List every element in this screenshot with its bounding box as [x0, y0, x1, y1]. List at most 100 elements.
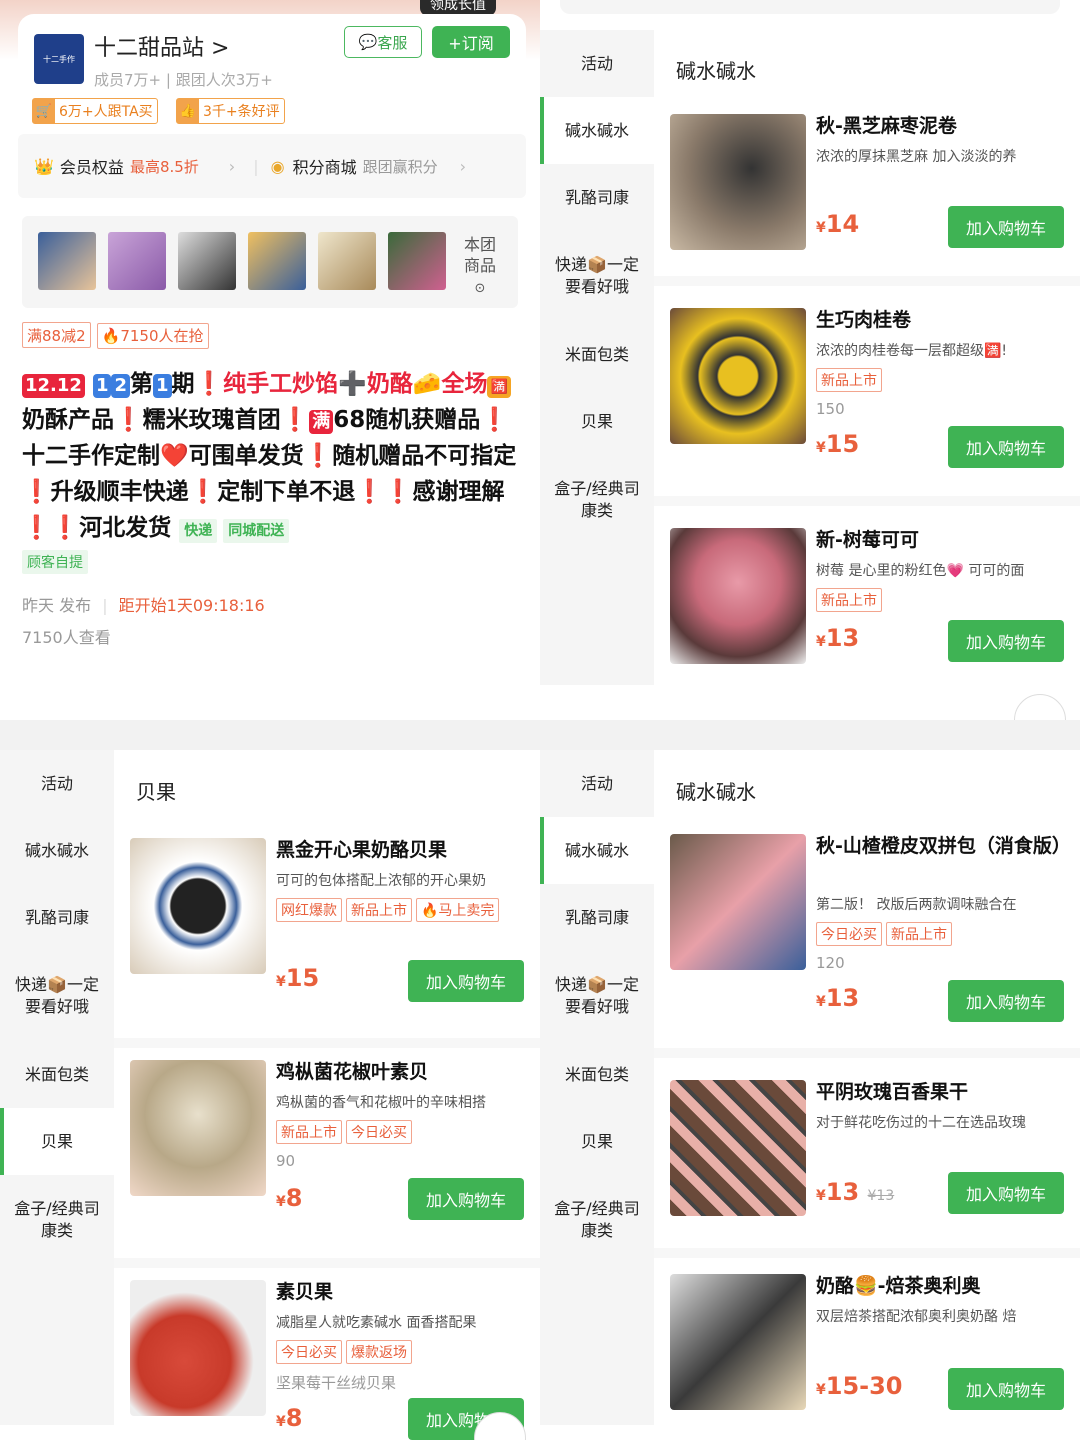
product-card[interactable]: 黑金开心果奶酪贝果 可可的包体搭配上浓郁的开心果奶 网红爆款 新品上市 🔥马上卖完 … — [114, 826, 540, 1036]
currency-symbol: ¥ — [276, 974, 286, 990]
product-name[interactable]: 奶酪🍔-焙茶奥利奥 — [816, 1272, 1068, 1300]
original-price: ¥13 — [867, 1188, 895, 1204]
goods-thumbnail[interactable] — [248, 232, 306, 290]
price-value: 13 — [825, 984, 860, 1012]
category-item[interactable]: 活动 — [540, 30, 654, 97]
product-tag: 新品上市 — [346, 898, 412, 922]
product-name[interactable]: 新-树莓可可 — [816, 526, 1068, 554]
countdown: 距开始1天09:18:16 — [118, 596, 265, 615]
category-heading: 碱水碱水 — [676, 59, 756, 83]
add-to-cart-button[interactable]: 加入购物车 — [948, 1368, 1064, 1410]
product-image[interactable] — [670, 834, 806, 970]
product-name[interactable]: 秋-黑芝麻枣泥卷 — [816, 112, 1068, 140]
group-goods-strip[interactable]: 本团商品 ⊙ — [22, 216, 518, 308]
customer-service-label: 客服 — [377, 33, 408, 52]
goods-thumbnail[interactable] — [108, 232, 166, 290]
goods-thumbnail[interactable] — [178, 232, 236, 290]
product-name[interactable]: 黑金开心果奶酪贝果 — [276, 836, 528, 864]
shop-logo: 十二手作 — [34, 34, 84, 84]
category-item[interactable]: 快递📦一定要看好哦 — [0, 951, 114, 1041]
product-card[interactable]: 平阴玫瑰百香果干 对于鲜花吃伤过的十二在选品玫瑰 ¥13 ¥13 加入购物车 — [654, 1068, 1080, 1248]
goods-thumbnail[interactable] — [318, 232, 376, 290]
category-item[interactable]: 快递📦一定要看好哦 — [540, 231, 654, 321]
product-tag: 爆款返场 — [346, 1340, 412, 1364]
product-name[interactable]: 素贝果 — [276, 1278, 528, 1306]
category-item[interactable]: 活动 — [0, 750, 114, 817]
reviews-badge-label: 3千+条好评 — [203, 104, 280, 120]
goods-thumbnail[interactable] — [38, 232, 96, 290]
subscribe-button[interactable]: +订阅 — [432, 26, 510, 58]
category-item[interactable]: 贝果 — [540, 1108, 654, 1175]
product-name[interactable]: 秋-山楂橙皮双拼包（消食版） — [816, 832, 1071, 860]
currency-symbol: ¥ — [816, 634, 826, 650]
product-price: ¥8 — [276, 1184, 302, 1212]
shop-name[interactable]: 十二甜品站 > — [94, 30, 229, 62]
currency-symbol: ¥ — [816, 220, 826, 236]
product-name[interactable]: 生巧肉桂卷 — [816, 306, 1068, 334]
post-description: 12.12 1 2 第 1 期❗纯手工炒馅➕奶酪🧀全场 🈵奶酥产品❗糯米玫瑰首团❗ 满 68随… — [22, 366, 522, 546]
category-item[interactable]: 米面包类 — [0, 1041, 114, 1108]
category-item[interactable]: 米面包类 — [540, 321, 654, 388]
category-item[interactable]: 乳酪司康 — [540, 164, 654, 231]
category-item-active[interactable]: 贝果 — [0, 1108, 114, 1175]
product-card[interactable]: 素贝果 减脂星人就吃素碱水 面香搭配果 今日必买 爆款返场 坚果莓干丝绒贝果 ¥8… — [114, 1268, 540, 1440]
category-item[interactable]: 活动 — [540, 750, 654, 817]
add-to-cart-button[interactable]: 加入购物车 — [948, 620, 1064, 662]
product-price: ¥15 — [816, 430, 859, 458]
add-to-cart-button[interactable]: 加入购物车 — [948, 206, 1064, 248]
product-card[interactable]: 秋-山楂橙皮双拼包（消食版） 第二版！ 改版后两款调味融合在 今日必买 新品上市 … — [654, 826, 1080, 1046]
product-card[interactable]: 生巧肉桂卷 浓浓的肉桂卷每一层都超级🈵! 新品上市 150 ¥15 加入购物车 — [654, 296, 1080, 496]
member-rights-label[interactable]: 会员权益 — [60, 154, 124, 178]
category-item[interactable]: 乳酪司康 — [0, 884, 114, 951]
product-name[interactable]: 平阴玫瑰百香果干 — [816, 1078, 1068, 1106]
customer-service-button[interactable]: 💬 客服 — [344, 26, 422, 58]
currency-symbol: ¥ — [816, 1382, 826, 1398]
product-desc: 双层焙茶搭配浓郁奥利奥奶酪 焙 — [816, 1309, 1017, 1325]
category-item[interactable]: 乳酪司康 — [540, 884, 654, 951]
add-to-cart-button[interactable]: 加入购物车 — [948, 426, 1064, 468]
product-image[interactable] — [670, 114, 806, 250]
product-image[interactable] — [670, 528, 806, 664]
product-tags: 新品上市 今日必买 — [276, 1120, 536, 1150]
add-to-cart-button[interactable]: 加入购物车 — [408, 1178, 524, 1220]
category-item[interactable]: 快递📦一定要看好哦 — [540, 951, 654, 1041]
product-tag: 今日必买 — [276, 1340, 342, 1364]
group-goods-link[interactable]: 本团商品 ⊙ — [460, 234, 500, 299]
add-to-cart-button[interactable]: 加入购物车 — [408, 960, 524, 1002]
product-image[interactable] — [130, 1280, 266, 1416]
add-to-cart-button[interactable]: 加入购物车 — [948, 1172, 1064, 1214]
product-card[interactable]: 新-树莓可可 树莓 是心里的粉红色💗 可可的面 新品上市 ¥13 加入购物车 — [654, 516, 1080, 716]
product-card[interactable]: 奶酪🍔-焙茶奥利奥 双层焙茶搭配浓郁奥利奥奶酪 焙 ¥15-30 加入购物车 — [654, 1264, 1080, 1440]
price-value: 8 — [285, 1404, 303, 1432]
product-image[interactable] — [130, 838, 266, 974]
product-image[interactable] — [670, 308, 806, 444]
category-item[interactable]: 贝果 — [540, 388, 654, 455]
full-badge: 🈵 — [487, 376, 511, 398]
product-image[interactable] — [670, 1080, 806, 1216]
category-item[interactable]: 碱水碱水 — [0, 817, 114, 884]
view-count: 7150人查看 — [22, 628, 111, 647]
category-item-active[interactable]: 碱水碱水 — [540, 817, 654, 884]
divider: | — [102, 596, 108, 615]
category-item-active[interactable]: 碱水碱水 — [540, 97, 654, 164]
product-image[interactable] — [130, 1060, 266, 1196]
price-value: 13 — [825, 624, 860, 652]
product-image[interactable] — [670, 1274, 806, 1410]
add-to-cart-button[interactable]: 加入购物车 — [948, 980, 1064, 1022]
category-item[interactable]: 米面包类 — [540, 1041, 654, 1108]
points-mall-label[interactable]: 积分商城 — [293, 154, 357, 178]
category-item[interactable]: 盒子/经典司康类 — [0, 1175, 114, 1265]
desc-text: 期 — [171, 371, 195, 397]
posted-time: 昨天 发布 — [22, 596, 92, 615]
digit-badge: 1 — [92, 374, 112, 398]
product-sales: 120 — [816, 954, 845, 972]
category-item[interactable]: 盒子/经典司康类 — [540, 455, 654, 545]
category-panel-bottom-right: 活动 碱水碱水 乳酪司康 快递📦一定要看好哦 米面包类 贝果 盒子/经典司康类 … — [540, 750, 1080, 1440]
chevron-right-icon: › — [228, 156, 236, 176]
product-card[interactable]: 秋-黑芝麻枣泥卷 浓浓的厚抹黑芝麻 加入淡淡的养 ¥14 加入购物车 — [654, 100, 1080, 270]
goods-thumbnail[interactable] — [388, 232, 446, 290]
category-item[interactable]: 盒子/经典司康类 — [540, 1175, 654, 1265]
divider — [654, 1248, 1080, 1258]
product-name[interactable]: 鸡枞菌花椒叶素贝 — [276, 1058, 528, 1086]
product-card[interactable]: 鸡枞菌花椒叶素贝 鸡枞菌的香气和花椒叶的辛味相搭 新品上市 今日必买 90 ¥8 … — [114, 1048, 540, 1258]
